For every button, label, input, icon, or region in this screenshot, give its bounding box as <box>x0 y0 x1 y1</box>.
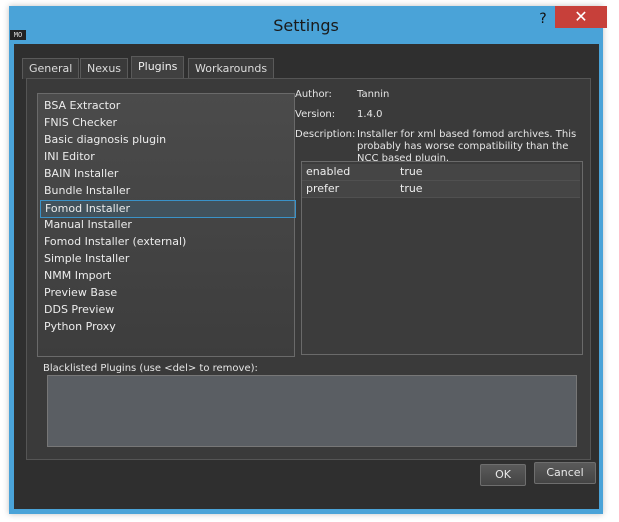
list-item[interactable]: INI Editor <box>40 149 294 165</box>
plugin-list[interactable]: BSA Extractor FNIS Checker Basic diagnos… <box>37 93 296 357</box>
author-value: Tannin <box>357 89 390 100</box>
plugins-tab-pane: BSA Extractor FNIS Checker Basic diagnos… <box>26 78 591 460</box>
setting-key: enabled <box>306 165 351 178</box>
description-line-2: probably has worse compatibility than th… <box>357 141 569 152</box>
tab-general[interactable]: General <box>22 58 80 79</box>
blacklist-list[interactable] <box>47 375 577 447</box>
blacklist-label: Blacklisted Plugins (use <del> to remove… <box>43 363 258 374</box>
help-button[interactable]: ? <box>533 8 553 30</box>
version-value: 1.4.0 <box>357 109 383 120</box>
close-button[interactable]: ✕ <box>555 6 607 28</box>
list-item[interactable]: BSA Extractor <box>40 98 294 114</box>
setting-value[interactable]: true <box>400 182 423 195</box>
plugin-settings-table[interactable]: enabled true prefer true <box>301 161 583 355</box>
title-bar[interactable]: Settings ? ✕ <box>9 6 607 40</box>
settings-window: MO Settings ? ✕ General Nexus Plugins Wo… <box>0 0 619 522</box>
setting-value[interactable]: true <box>400 165 423 178</box>
tab-workarounds[interactable]: Workarounds <box>188 58 275 79</box>
table-row[interactable]: prefer true <box>302 181 580 198</box>
tab-nexus[interactable]: Nexus <box>80 58 129 79</box>
description-label: Description: <box>295 129 356 140</box>
setting-key: prefer <box>306 182 340 195</box>
window-title: Settings <box>273 16 339 35</box>
author-label: Author: <box>295 89 332 100</box>
ok-button[interactable]: OK <box>480 464 526 486</box>
list-item[interactable]: NMM Import <box>40 268 294 284</box>
list-item[interactable]: Python Proxy <box>40 319 294 335</box>
list-item[interactable]: Bundle Installer <box>40 183 294 199</box>
list-item[interactable]: Basic diagnosis plugin <box>40 132 294 148</box>
list-item[interactable]: FNIS Checker <box>40 115 294 131</box>
list-item[interactable]: Preview Base <box>40 285 294 301</box>
list-item[interactable]: Fomod Installer (external) <box>40 234 294 250</box>
version-label: Version: <box>295 109 336 120</box>
list-item[interactable]: Simple Installer <box>40 251 294 267</box>
cancel-button[interactable]: Cancel <box>534 462 596 484</box>
list-item[interactable]: BAIN Installer <box>40 166 294 182</box>
list-item-selected[interactable]: Fomod Installer <box>40 200 296 218</box>
list-item[interactable]: Manual Installer <box>40 217 294 233</box>
dialog-body: General Nexus Plugins Workarounds BSA Ex… <box>14 44 599 509</box>
list-item[interactable]: DDS Preview <box>40 302 294 318</box>
description-line-1: Installer for xml based fomod archives. … <box>357 129 577 140</box>
table-row[interactable]: enabled true <box>302 164 580 181</box>
